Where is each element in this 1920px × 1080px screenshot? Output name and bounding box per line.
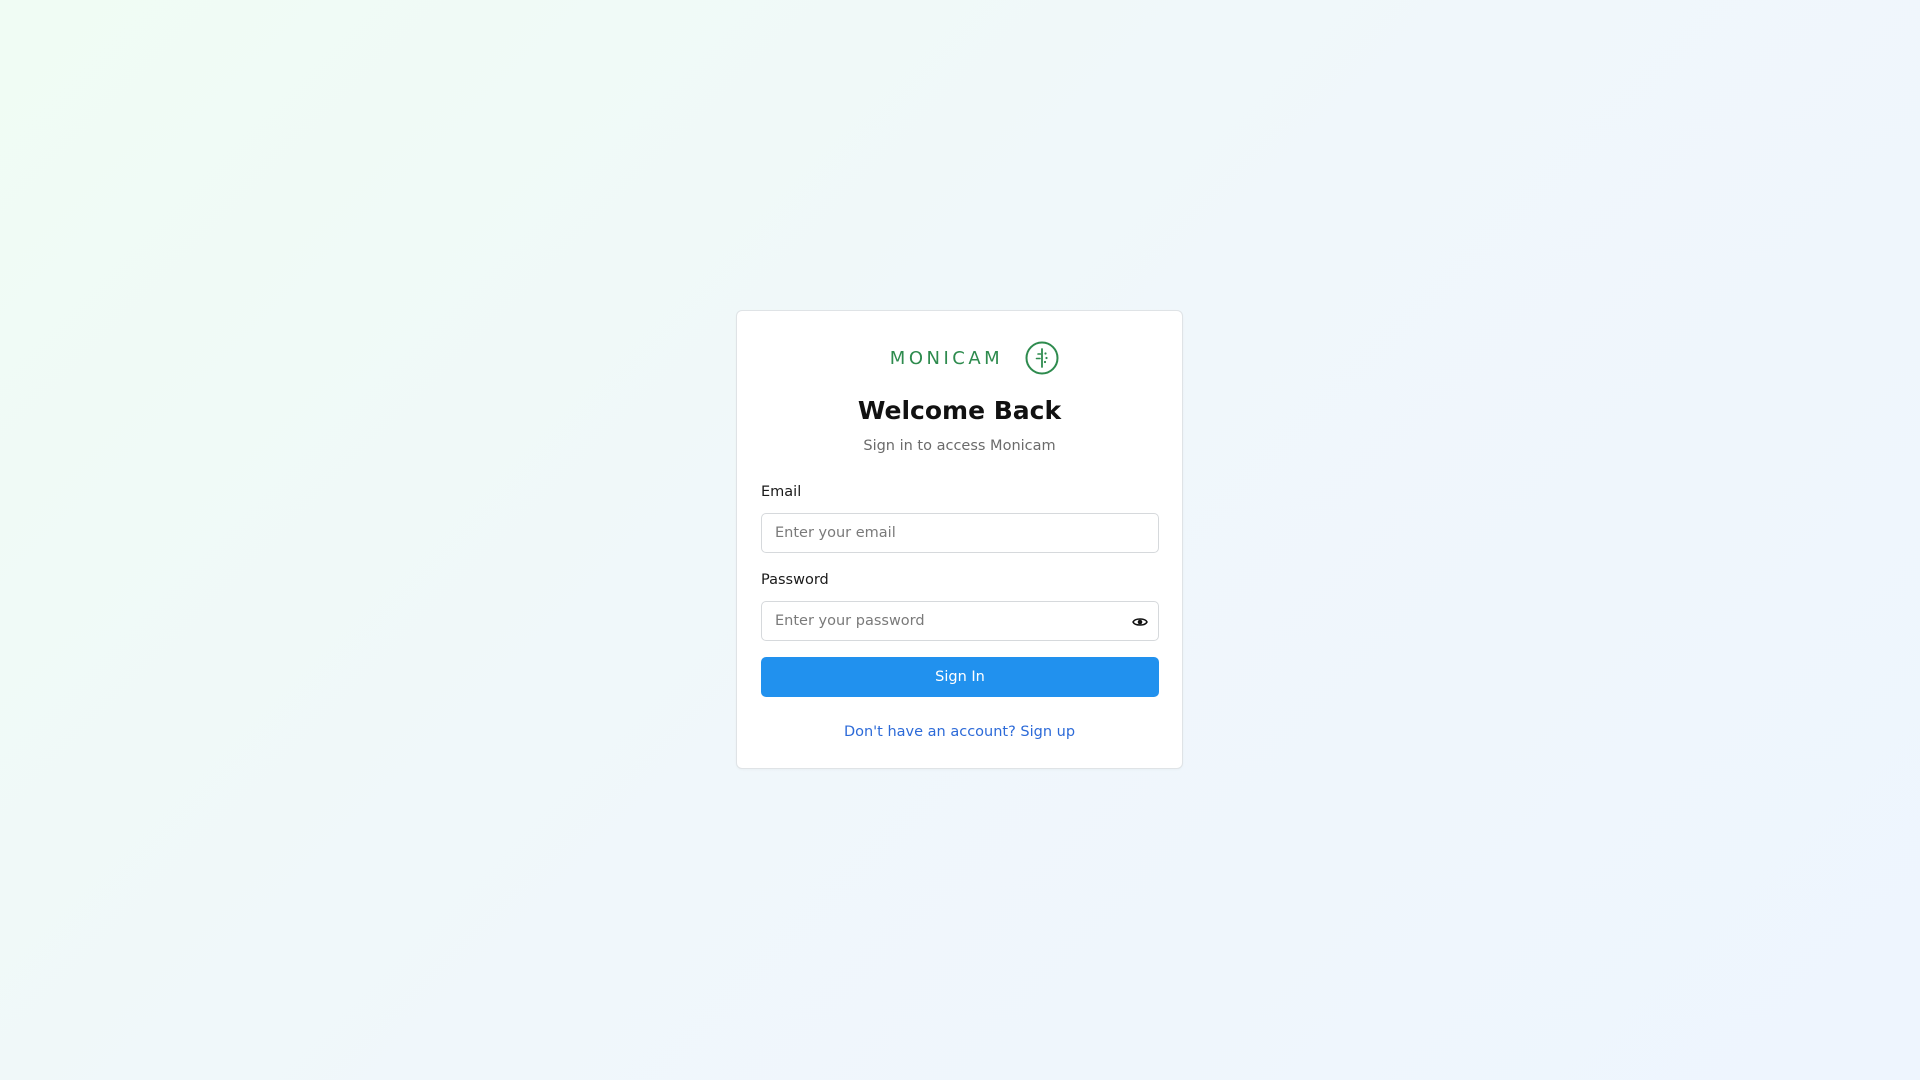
brand-header: MONICAM (737, 341, 1182, 375)
password-label: Password (761, 572, 829, 588)
password-field[interactable] (762, 602, 1158, 640)
email-label: Email (761, 484, 802, 500)
page-title: Welcome Back (857, 396, 1062, 425)
page-subtitle: Sign in to access Monicam (863, 438, 1056, 454)
email-field-wrapper (761, 513, 1159, 553)
password-field-wrapper (761, 601, 1159, 641)
eye-icon[interactable] (1132, 614, 1148, 630)
email-field[interactable] (762, 514, 1158, 552)
monicam-logo-icon (1025, 341, 1059, 375)
sign-in-button[interactable]: Sign In (761, 657, 1159, 697)
sign-up-link[interactable]: Don't have an account? Sign up (737, 724, 1182, 740)
login-card: MONICAM Welcome Back Sign in to access M… (736, 310, 1183, 769)
brand-name: MONICAM (889, 347, 1004, 369)
